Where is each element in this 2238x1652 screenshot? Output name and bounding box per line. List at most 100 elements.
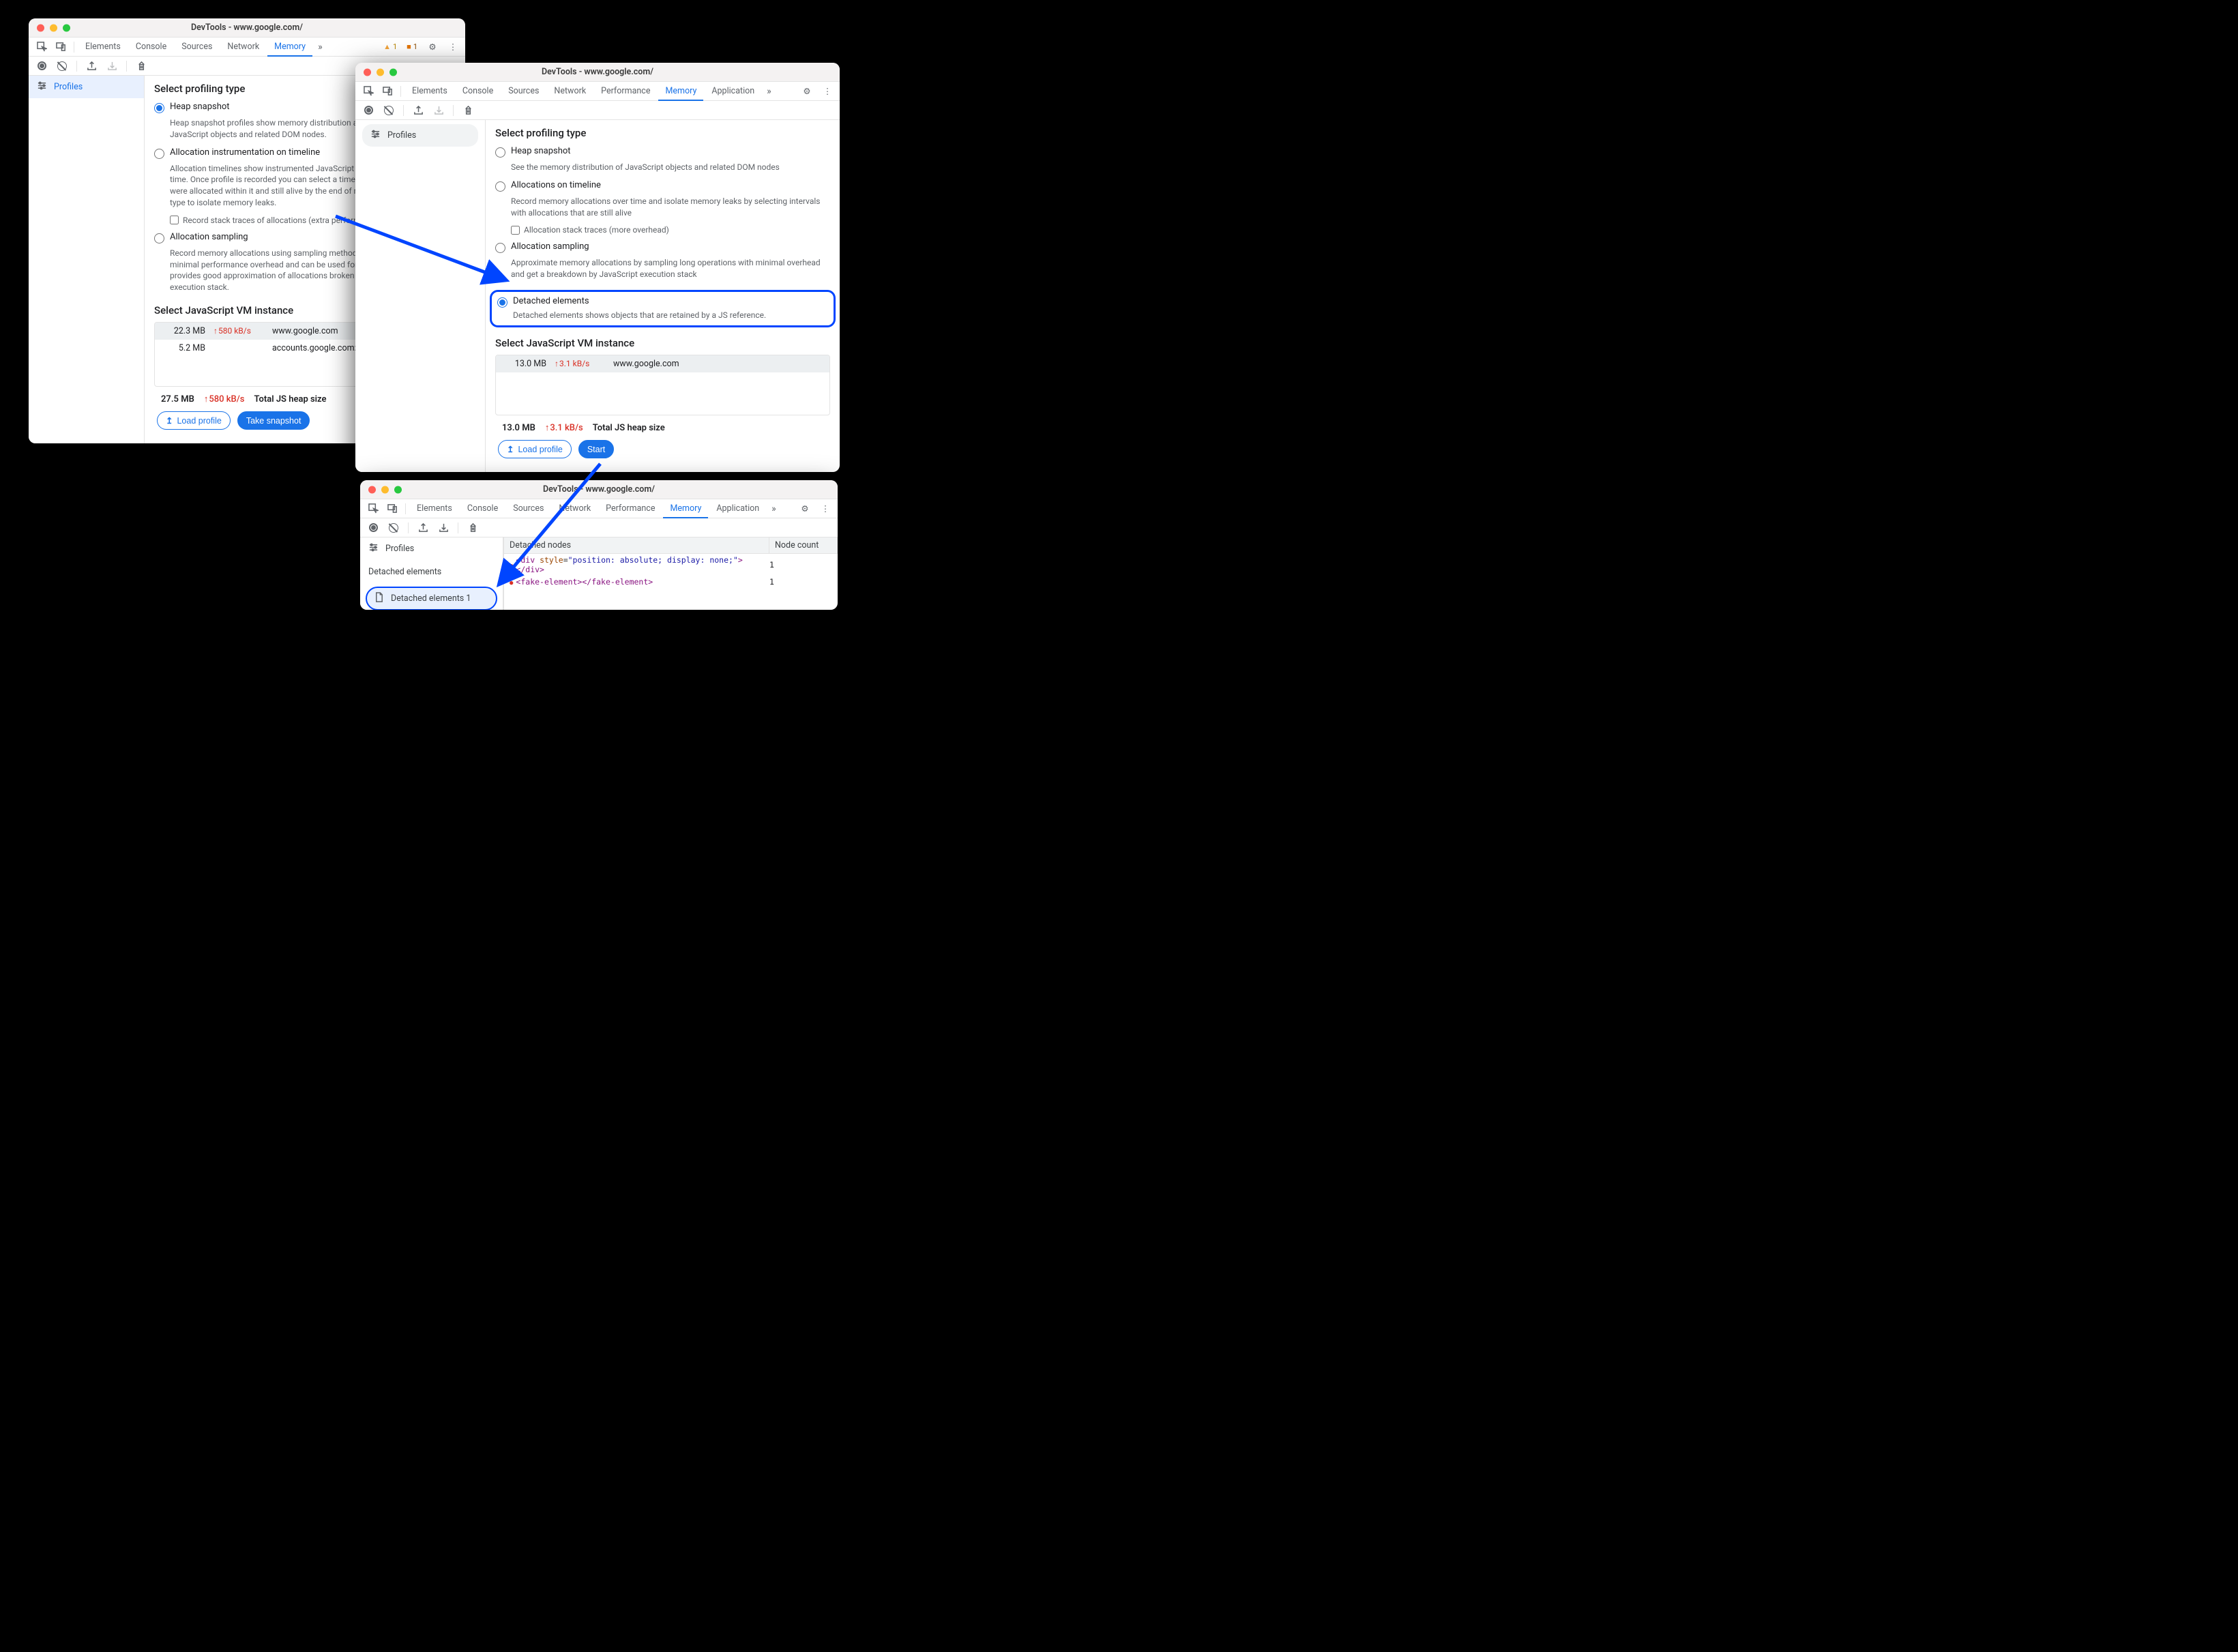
radio-detached[interactable] [497, 297, 507, 308]
tab-memory[interactable]: Memory [663, 499, 708, 518]
inspect-icon[interactable] [33, 39, 50, 55]
titlebar: DevTools - www.google.com/ [355, 63, 840, 82]
clear-icon[interactable] [380, 102, 398, 119]
inspect-icon[interactable] [364, 501, 382, 517]
tab-application[interactable]: Application [709, 499, 766, 518]
check-stack-traces[interactable]: Allocation stack traces (more overhead) [511, 225, 830, 235]
save-icon[interactable] [430, 102, 447, 119]
tab-console[interactable]: Console [129, 38, 173, 57]
tab-console[interactable]: Console [456, 82, 500, 101]
record-icon[interactable] [364, 520, 382, 536]
tab-performance[interactable]: Performance [599, 499, 662, 518]
vm-host: www.google.com [272, 326, 338, 336]
tab-network[interactable]: Network [552, 499, 598, 518]
tab-elements[interactable]: Elements [410, 499, 459, 518]
more-menu-icon[interactable]: ⋮ [445, 42, 461, 53]
more-menu-icon[interactable]: ⋮ [817, 503, 834, 514]
radio-alloc-timeline[interactable] [495, 181, 505, 192]
record-icon[interactable] [359, 102, 377, 119]
settings-icon[interactable]: ⚙ [424, 42, 441, 53]
table-row[interactable]: <div style="position: absolute; display:… [504, 554, 838, 576]
load-profile-button[interactable]: Load profile [157, 411, 231, 430]
close-dot[interactable] [368, 486, 376, 493]
tab-sources[interactable]: Sources [175, 38, 219, 57]
minimize-dot[interactable] [50, 24, 57, 31]
minimize-dot[interactable] [377, 68, 384, 76]
load-icon[interactable] [83, 58, 100, 74]
radio-heap-snapshot[interactable] [154, 103, 164, 113]
radio-heap-snapshot[interactable] [495, 147, 505, 158]
close-dot[interactable] [364, 68, 371, 76]
tab-network[interactable]: Network [220, 38, 266, 57]
tab-application[interactable]: Application [705, 82, 761, 101]
radio-alloc-timeline[interactable] [154, 149, 164, 159]
load-profile-button[interactable]: Load profile [498, 440, 572, 458]
record-icon[interactable] [33, 58, 50, 74]
sidebar: Profiles Detached elements Detached elem… [360, 537, 503, 610]
settings-icon[interactable]: ⚙ [799, 86, 815, 97]
zoom-dot[interactable] [63, 24, 70, 31]
sidebar-profiles[interactable]: Profiles [360, 537, 503, 560]
traffic-lights[interactable] [364, 68, 397, 76]
traffic-lights[interactable] [368, 486, 402, 493]
warnings-badge[interactable]: ▲1 [381, 42, 400, 52]
tabs-overflow-icon[interactable]: » [314, 38, 327, 57]
take-snapshot-button[interactable]: Take snapshot [237, 411, 310, 430]
table-row[interactable]: <fake-element></fake-element> 1 [504, 576, 838, 588]
issues-badge[interactable]: ■1 [404, 42, 420, 52]
opt-alloc-sampling[interactable]: Allocation sampling [495, 241, 830, 253]
tabs-overflow-icon[interactable]: » [767, 499, 780, 518]
opt-heap-snapshot[interactable]: Heap snapshot [495, 146, 830, 158]
zoom-dot[interactable] [394, 486, 402, 493]
more-menu-icon[interactable]: ⋮ [819, 86, 836, 97]
load-icon[interactable] [414, 520, 432, 536]
tab-elements[interactable]: Elements [405, 82, 454, 101]
settings-icon[interactable]: ⚙ [797, 503, 813, 514]
radio-alloc-sampling[interactable] [495, 243, 505, 253]
vm-list: 13.0 MB 3.1 kB/s www.google.com [495, 355, 830, 415]
col-head-count[interactable]: Node count [769, 537, 838, 553]
zoom-dot[interactable] [389, 68, 397, 76]
minimize-dot[interactable] [381, 486, 389, 493]
checkbox-stack-traces[interactable] [170, 216, 179, 224]
col-head-nodes[interactable]: Detached nodes [504, 537, 769, 553]
sidebar-profiles[interactable]: Profiles [362, 124, 478, 147]
tab-memory[interactable]: Memory [658, 82, 703, 101]
sidebar: Profiles [29, 76, 145, 443]
checkbox-stack-traces[interactable] [511, 226, 520, 235]
clear-icon[interactable] [385, 520, 402, 536]
clear-icon[interactable] [53, 58, 71, 74]
start-button[interactable]: Start [578, 440, 614, 458]
inspect-icon[interactable] [359, 83, 377, 100]
opt-alloc-timeline-label: Allocations on timeline [511, 180, 601, 190]
sidebar-profiles[interactable]: Profiles [29, 76, 144, 98]
opt-alloc-timeline[interactable]: Allocations on timeline [495, 180, 830, 192]
tab-performance[interactable]: Performance [594, 82, 657, 101]
device-icon[interactable] [383, 501, 401, 517]
gc-icon[interactable] [464, 520, 482, 536]
traffic-lights[interactable] [37, 24, 70, 31]
heap-total-rate: 3.1 kB/s [545, 422, 583, 433]
tab-elements[interactable]: Elements [78, 38, 128, 57]
tab-sources[interactable]: Sources [506, 499, 550, 518]
tab-network[interactable]: Network [547, 82, 593, 101]
tabs-overflow-icon[interactable]: » [763, 82, 776, 101]
device-icon[interactable] [52, 39, 70, 55]
load-icon[interactable] [409, 102, 427, 119]
devtools-window-3: DevTools - www.google.com/ Elements Cons… [360, 480, 838, 610]
sidebar-detached-entry[interactable]: Detached elements 1 [366, 587, 497, 610]
radio-alloc-sampling[interactable] [154, 233, 164, 244]
tab-sources[interactable]: Sources [501, 82, 546, 101]
vm-row[interactable]: 13.0 MB 3.1 kB/s www.google.com [496, 355, 829, 372]
gc-icon[interactable] [132, 58, 150, 74]
device-icon[interactable] [379, 83, 396, 100]
tab-console[interactable]: Console [460, 499, 505, 518]
tab-memory[interactable]: Memory [267, 38, 312, 57]
opt-detached[interactable]: Detached elements [497, 296, 828, 308]
save-icon[interactable] [103, 58, 121, 74]
upload-icon [166, 415, 173, 426]
close-dot[interactable] [37, 24, 44, 31]
save-icon[interactable] [435, 520, 452, 536]
gc-icon[interactable] [459, 102, 477, 119]
vm-heading: Select JavaScript VM instance [495, 337, 830, 349]
